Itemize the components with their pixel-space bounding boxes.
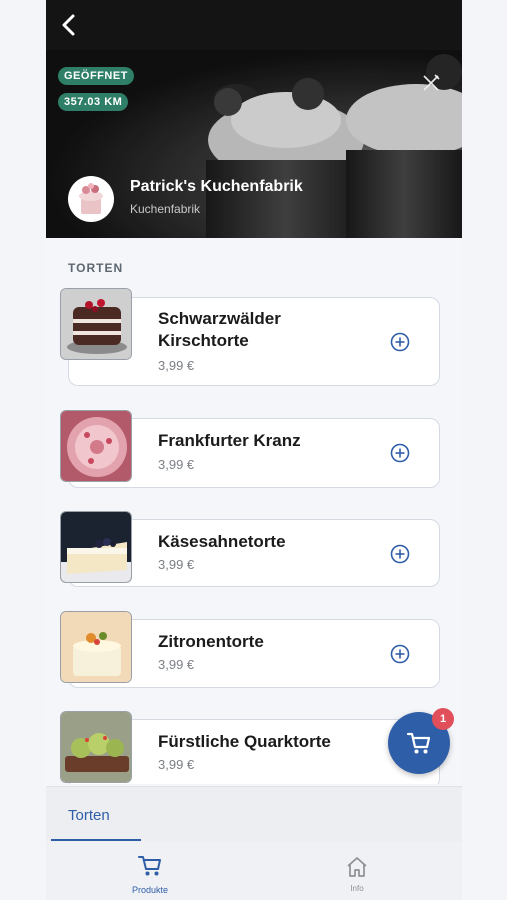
nav-item-info[interactable]: Info [312, 856, 402, 893]
product-price: 3,99 € [158, 358, 195, 373]
product-image [60, 410, 132, 482]
nav-label: Info [350, 884, 364, 893]
product-price: 3,99 € [158, 757, 195, 772]
category-tabbar: Torten [46, 786, 462, 842]
cart-count-badge: 1 [432, 708, 454, 730]
add-to-cart-icon[interactable] [390, 544, 410, 564]
distance-badge: 357.03 KM [58, 93, 129, 111]
open-status-badge: GEÖFFNET [58, 67, 134, 85]
active-tab-indicator [51, 839, 141, 841]
shop-avatar [68, 176, 114, 222]
product-name: Zitronentorte [158, 632, 264, 651]
bottom-navigation: Produkte Info [46, 842, 462, 900]
cart-icon [138, 856, 161, 876]
product-price: 3,99 € [158, 657, 195, 672]
section-title: TORTEN [68, 261, 124, 275]
top-bar [46, 0, 462, 50]
shop-name: Patrick's Kuchenfabrik [130, 178, 303, 195]
add-to-cart-icon[interactable] [390, 332, 410, 352]
product-price: 3,99 € [158, 457, 195, 472]
product-name: Schwarzwälder Kirschtorte [158, 309, 281, 350]
product-price: 3,99 € [158, 557, 195, 572]
product-image [60, 511, 132, 583]
product-image [60, 288, 132, 360]
product-name: Fürstliche Quarktorte [158, 732, 331, 751]
add-to-cart-icon[interactable] [390, 443, 410, 463]
nav-item-produkte[interactable]: Produkte [105, 854, 195, 895]
tab-torten[interactable]: Torten [68, 807, 110, 824]
nav-label: Produkte [131, 885, 169, 895]
product-list: Schwarzwälder Kirschtorte 3,99 € Frankfu… [46, 288, 462, 784]
product-name: Frankfurter Kranz [158, 431, 301, 450]
cart-icon [406, 732, 431, 754]
product-name: Käsesahnetorte [158, 532, 286, 551]
shop-subtitle: Kuchenfabrik [130, 202, 201, 216]
add-to-cart-icon[interactable] [390, 644, 410, 664]
home-icon [347, 857, 367, 877]
cutlery-icon [423, 74, 440, 91]
shop-hero: GEÖFFNET 357.03 KM Patrick's Kuchenfabri… [46, 50, 462, 238]
product-image [60, 611, 132, 683]
back-arrow-icon[interactable] [52, 8, 86, 42]
product-image [60, 711, 132, 783]
app-screen: GEÖFFNET 357.03 KM Patrick's Kuchenfabri… [46, 0, 462, 900]
